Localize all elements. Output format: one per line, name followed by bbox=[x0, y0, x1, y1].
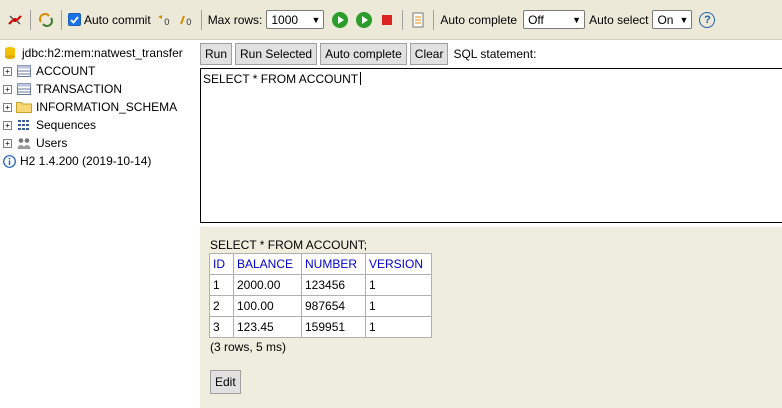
auto-complete-label: Auto complete bbox=[440, 12, 518, 27]
info-icon bbox=[2, 154, 16, 168]
max-rows-value: 1000 bbox=[271, 12, 299, 27]
tree-item-label: Sequences bbox=[36, 118, 97, 132]
connection-node[interactable]: jdbc:h2:mem:natwest_transfer bbox=[0, 44, 198, 62]
history-icon[interactable] bbox=[409, 11, 427, 29]
row-count-info: (3 rows, 5 ms) bbox=[210, 340, 287, 354]
sql-editor[interactable]: SELECT * FROM ACCOUNT bbox=[200, 68, 782, 223]
commit-icon[interactable]: 0 bbox=[177, 11, 195, 29]
table-cell: 1 bbox=[365, 295, 432, 317]
tree-item-label: INFORMATION_SCHEMA bbox=[36, 100, 178, 114]
expand-icon[interactable]: + bbox=[3, 120, 12, 130]
tree-item-users[interactable]: + Users bbox=[0, 134, 198, 152]
result-query: SELECT * FROM ACCOUNT; bbox=[210, 238, 368, 252]
auto-select-select[interactable]: On ▼ bbox=[652, 10, 693, 29]
table-cell: 100.00 bbox=[233, 295, 302, 317]
table-cell: 3 bbox=[209, 316, 234, 338]
table-cell: 1 bbox=[365, 316, 432, 338]
refresh-icon[interactable] bbox=[37, 11, 55, 29]
svg-text:0: 0 bbox=[186, 18, 192, 28]
expand-icon[interactable]: + bbox=[3, 138, 12, 148]
table-header-row: ID BALANCE NUMBER VERSION bbox=[209, 253, 432, 275]
edit-button[interactable]: Edit bbox=[210, 370, 241, 394]
auto-commit-label: Auto commit bbox=[84, 12, 151, 27]
chevron-down-icon: ▼ bbox=[679, 14, 689, 25]
result-table: ID BALANCE NUMBER VERSION 1 2000.00 1234… bbox=[209, 253, 432, 338]
run-selected-icon[interactable] bbox=[356, 11, 373, 28]
auto-select-value: On bbox=[657, 12, 674, 27]
column-header[interactable]: BALANCE bbox=[233, 253, 302, 275]
tree-item-label: ACCOUNT bbox=[36, 64, 96, 78]
table-row: 1 2000.00 123456 1 bbox=[209, 274, 432, 296]
toolbar-separator bbox=[61, 9, 62, 30]
toolbar-separator bbox=[30, 9, 31, 30]
sequence-icon bbox=[16, 118, 32, 132]
clear-button[interactable]: Clear bbox=[409, 43, 449, 65]
toolbar-separator bbox=[402, 9, 404, 30]
auto-commit-checkbox[interactable] bbox=[68, 13, 81, 26]
version-node: H2 1.4.200 (2019-10-14) bbox=[0, 152, 198, 170]
auto-select-label: Auto select bbox=[589, 12, 649, 27]
help-icon[interactable]: ? bbox=[699, 11, 716, 28]
expand-icon[interactable]: + bbox=[3, 102, 12, 112]
result-panel: SELECT * FROM ACCOUNT; ID BALANCE NUMBER… bbox=[200, 227, 782, 408]
table-icon bbox=[16, 82, 32, 96]
tree-item-information-schema[interactable]: + INFORMATION_SCHEMA bbox=[0, 98, 198, 116]
table-cell: 2000.00 bbox=[233, 274, 302, 296]
folder-icon bbox=[16, 100, 32, 114]
database-icon bbox=[2, 46, 18, 60]
column-header[interactable]: NUMBER bbox=[301, 253, 366, 275]
table-cell: 159951 bbox=[301, 316, 366, 338]
users-icon bbox=[16, 136, 32, 150]
table-icon bbox=[16, 64, 32, 78]
expand-icon[interactable]: + bbox=[3, 66, 12, 76]
table-cell: 123.45 bbox=[233, 316, 302, 338]
table-cell: 2 bbox=[209, 295, 234, 317]
tree-item-label: TRANSACTION bbox=[36, 82, 123, 96]
auto-complete-select[interactable]: Off ▼ bbox=[523, 10, 586, 29]
tree-item-account[interactable]: + ACCOUNT bbox=[0, 62, 198, 80]
schema-tree: jdbc:h2:mem:natwest_transfer + ACCOUNT +… bbox=[0, 44, 198, 170]
table-row: 2 100.00 987654 1 bbox=[209, 295, 432, 317]
run-button[interactable]: Run bbox=[200, 43, 233, 65]
toolbar-separator bbox=[433, 9, 435, 30]
tree-item-sequences[interactable]: + Sequences bbox=[0, 116, 198, 134]
table-cell: 1 bbox=[365, 274, 432, 296]
table-cell: 123456 bbox=[301, 274, 366, 296]
table-row: 3 123.45 159951 1 bbox=[209, 316, 432, 338]
auto-complete-button[interactable]: Auto complete bbox=[320, 43, 407, 65]
run-selected-button[interactable]: Run Selected bbox=[235, 43, 318, 65]
toolbar-separator bbox=[200, 9, 202, 30]
tree-item-transaction[interactable]: + TRANSACTION bbox=[0, 80, 198, 98]
table-cell: 1 bbox=[209, 274, 234, 296]
rollback-icon[interactable]: 0 bbox=[155, 11, 173, 29]
command-bar: Run Run Selected Auto complete Clear SQL… bbox=[200, 43, 536, 65]
version-label: H2 1.4.200 (2019-10-14) bbox=[20, 154, 152, 168]
text-caret bbox=[360, 72, 362, 85]
chevron-down-icon: ▼ bbox=[572, 14, 582, 25]
run-icon[interactable] bbox=[332, 11, 349, 28]
table-cell: 987654 bbox=[301, 295, 366, 317]
chevron-down-icon: ▼ bbox=[311, 14, 321, 25]
disconnect-icon[interactable] bbox=[6, 11, 24, 29]
sql-editor-text: SELECT * FROM ACCOUNT bbox=[203, 72, 359, 86]
sql-statement-label: SQL statement: bbox=[453, 47, 537, 61]
stop-icon[interactable] bbox=[378, 11, 396, 29]
expand-icon[interactable]: + bbox=[3, 84, 12, 94]
connection-label: jdbc:h2:mem:natwest_transfer bbox=[22, 46, 183, 60]
column-header[interactable]: VERSION bbox=[365, 253, 432, 275]
max-rows-label: Max rows: bbox=[207, 12, 263, 27]
tree-item-label: Users bbox=[36, 136, 68, 150]
column-header[interactable]: ID bbox=[209, 253, 234, 275]
max-rows-select[interactable]: 1000 ▼ bbox=[266, 10, 325, 29]
svg-text:0: 0 bbox=[164, 18, 170, 28]
toolbar: Auto commit 0 0 Max rows: 1000 ▼ Auto co… bbox=[0, 0, 782, 40]
auto-complete-value: Off bbox=[528, 12, 544, 27]
